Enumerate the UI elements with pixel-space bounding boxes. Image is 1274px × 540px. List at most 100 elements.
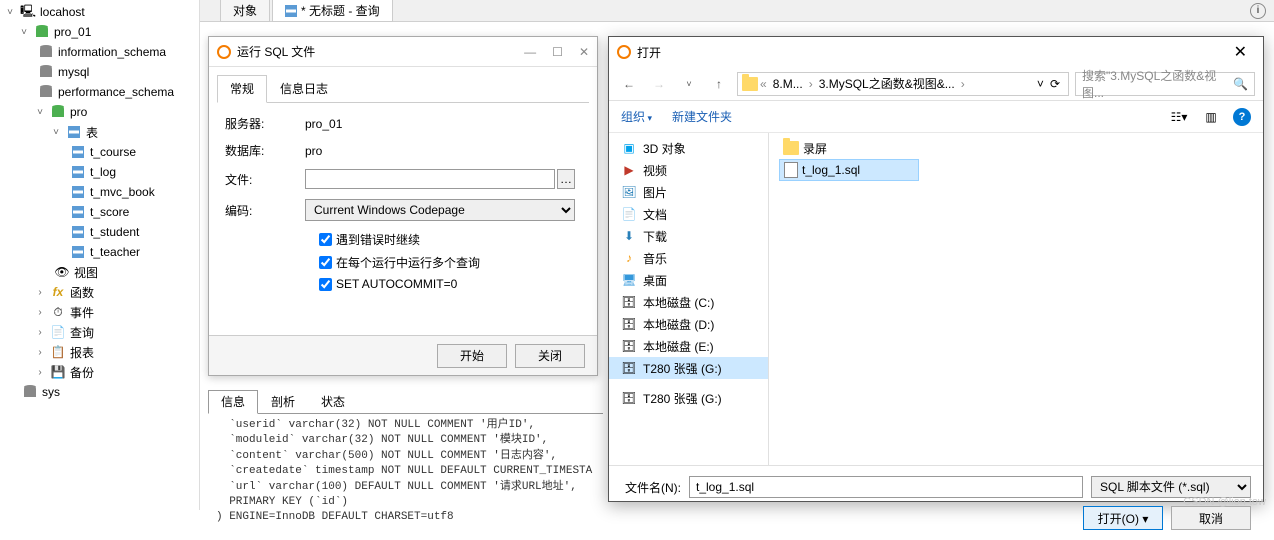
file-open-dialog: 打开 ✕ ← → ˅ ↑ « 8.M... › 3.MySQL之函数&视图&..…: [608, 36, 1264, 502]
sidebar-item-music[interactable]: ♪音乐: [609, 247, 768, 269]
chk-autocommit[interactable]: [319, 278, 332, 291]
database-icon: [38, 65, 54, 79]
sidebar-item-desktop[interactable]: 🖥桌面: [609, 269, 768, 291]
up-button[interactable]: ↑: [707, 72, 731, 96]
tree-root[interactable]: ˅ 🖳 locahost: [2, 2, 197, 22]
file-list[interactable]: 录屏 t_log_1.sql: [769, 133, 1263, 465]
back-button[interactable]: ←: [617, 72, 641, 96]
table-icon: [70, 245, 86, 259]
sidebar-item-disk-e[interactable]: 🗄本地磁盘 (E:): [609, 335, 768, 357]
close-button[interactable]: ✕: [579, 45, 589, 59]
tree-db-pro01[interactable]: ˅ pro_01: [2, 22, 197, 42]
close-button[interactable]: 关闭: [515, 344, 585, 368]
chk-continue-error[interactable]: [319, 233, 332, 246]
breadcrumb-item[interactable]: 8.M...: [769, 77, 807, 91]
bottom-panel: 信息 剖析 状态 `userid` varchar(32) NOT NULL C…: [208, 390, 603, 530]
collapse-icon[interactable]: ˅: [18, 27, 30, 38]
tree-schema[interactable]: information_schema: [2, 42, 197, 62]
sidebar-item-documents[interactable]: 📄文档: [609, 203, 768, 225]
doc-icon: 📄: [621, 206, 637, 222]
file-item-folder[interactable]: 录屏: [779, 137, 919, 159]
info-icon[interactable]: i: [1250, 3, 1266, 19]
chevron-icon: ›: [809, 77, 813, 91]
help-icon[interactable]: ?: [1233, 108, 1251, 126]
collapse-icon[interactable]: ˅: [34, 107, 46, 118]
dropdown-icon[interactable]: ˅: [1037, 77, 1044, 91]
preview-button[interactable]: ▥: [1201, 107, 1221, 127]
sidebar-item-disk-g[interactable]: 🗄T280 张强 (G:): [609, 357, 768, 379]
tab-objects[interactable]: 对象: [220, 0, 270, 22]
sidebar-item-disk-d[interactable]: 🗄本地磁盘 (D:): [609, 313, 768, 335]
sidebar-item-pictures[interactable]: 🖼图片: [609, 181, 768, 203]
tree-schema[interactable]: mysql: [2, 62, 197, 82]
tree-sys[interactable]: sys: [2, 382, 197, 402]
expand-icon[interactable]: ›: [34, 347, 46, 358]
tree-backups[interactable]: ›💾备份: [2, 362, 197, 382]
file-item-sql[interactable]: t_log_1.sql: [779, 159, 919, 181]
query-icon: [285, 5, 297, 17]
tree-table[interactable]: t_log: [2, 162, 197, 182]
sidebar-item-disk-c[interactable]: 🗄本地磁盘 (C:): [609, 291, 768, 313]
run-sql-dialog: 运行 SQL 文件 — ☐ ✕ 常规 信息日志 服务器: pro_01 数据库:…: [208, 36, 598, 376]
tab-label: * 无标题 - 查询: [301, 2, 380, 19]
file-input[interactable]: [305, 169, 555, 189]
tab-info[interactable]: 信息: [208, 390, 258, 414]
tree-events[interactable]: ›⏱事件: [2, 302, 197, 322]
breadcrumb[interactable]: « 8.M... › 3.MySQL之函数&视图&... › ˅ ⟳: [737, 72, 1069, 96]
filetype-select[interactable]: SQL 脚本文件 (*.sql): [1091, 476, 1251, 498]
tab-query[interactable]: * 无标题 - 查询: [272, 0, 393, 22]
search-icon: 🔍: [1233, 77, 1248, 91]
file-body: ▣3D 对象 ▶视频 🖼图片 📄文档 ⬇下载 ♪音乐 🖥桌面 🗄本地磁盘 (C:…: [609, 133, 1263, 465]
tree-table[interactable]: t_mvc_book: [2, 182, 197, 202]
app-icon: [217, 45, 231, 59]
sidebar-item-downloads[interactable]: ⬇下载: [609, 225, 768, 247]
chk-multi-query[interactable]: [319, 256, 332, 269]
view-mode-button[interactable]: ☷▾: [1169, 107, 1189, 127]
tree-tables-group[interactable]: ˅ 表: [2, 122, 197, 142]
tree-table[interactable]: t_student: [2, 222, 197, 242]
tab-general[interactable]: 常规: [217, 75, 267, 103]
organize-menu[interactable]: 组织: [621, 108, 652, 125]
tree-table[interactable]: t_score: [2, 202, 197, 222]
filename-input[interactable]: [689, 476, 1083, 498]
search-input[interactable]: 搜索"3.MySQL之函数&视图... 🔍: [1075, 72, 1255, 96]
browse-button[interactable]: …: [557, 169, 575, 189]
tab-log[interactable]: 信息日志: [267, 75, 341, 102]
tree-db-active[interactable]: ˅ pro: [2, 102, 197, 122]
table-icon: [70, 185, 86, 199]
sidebar-label: 桌面: [643, 272, 667, 289]
tree-functions[interactable]: ›fx函数: [2, 282, 197, 302]
tree-table[interactable]: t_teacher: [2, 242, 197, 262]
tree-queries[interactable]: ›📄查询: [2, 322, 197, 342]
expand-icon[interactable]: ›: [34, 367, 46, 378]
sidebar-item-disk-g2[interactable]: 🗄T280 张强 (G:): [609, 387, 768, 409]
sidebar-item-3d[interactable]: ▣3D 对象: [609, 137, 768, 159]
encoding-select[interactable]: Current Windows Codepage: [305, 199, 575, 221]
query-icon: 📄: [50, 325, 66, 339]
refresh-icon[interactable]: ⟳: [1050, 77, 1060, 91]
collapse-icon[interactable]: ˅: [4, 7, 16, 18]
report-icon: 📋: [50, 345, 66, 359]
expand-icon[interactable]: ›: [34, 287, 46, 298]
tree-table[interactable]: t_course: [2, 142, 197, 162]
newfolder-button[interactable]: 新建文件夹: [672, 108, 732, 125]
tree-views[interactable]: 👁视图: [2, 262, 197, 282]
maximize-button[interactable]: ☐: [552, 45, 563, 59]
tree-sys-label: sys: [42, 385, 60, 399]
sidebar-item-video[interactable]: ▶视频: [609, 159, 768, 181]
expand-icon[interactable]: ›: [34, 327, 46, 338]
close-button[interactable]: ✕: [1226, 42, 1255, 62]
minimize-button[interactable]: —: [524, 45, 536, 59]
tree-reports[interactable]: ›📋报表: [2, 342, 197, 362]
tab-status[interactable]: 状态: [308, 390, 358, 413]
collapse-icon[interactable]: ˅: [50, 127, 62, 138]
tree-schema[interactable]: performance_schema: [2, 82, 197, 102]
recent-button[interactable]: ˅: [677, 72, 701, 96]
start-button[interactable]: 开始: [437, 344, 507, 368]
server-label: 服务器:: [225, 115, 305, 132]
forward-button[interactable]: →: [647, 72, 671, 96]
expand-icon[interactable]: ›: [34, 307, 46, 318]
tree-db-label: pro_01: [54, 25, 91, 39]
breadcrumb-item[interactable]: 3.MySQL之函数&视图&...: [815, 75, 959, 92]
tab-profile[interactable]: 剖析: [258, 390, 308, 413]
